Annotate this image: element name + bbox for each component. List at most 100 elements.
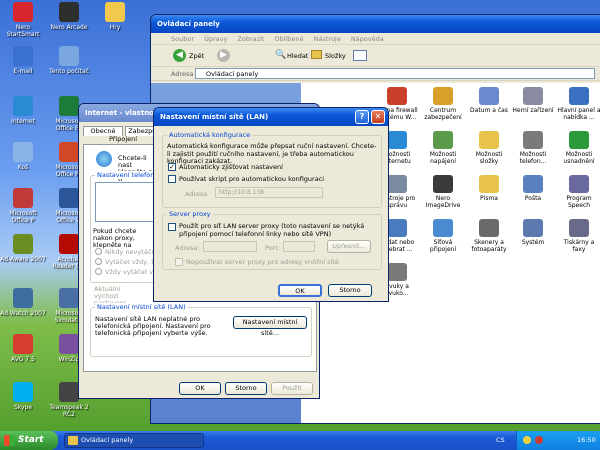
control-panel-item[interactable]: Možnosti napájení (421, 131, 465, 165)
auto-detect-checkbox[interactable]: ✓ (168, 163, 176, 171)
control-panel-item-icon (387, 87, 407, 105)
desktop-icon[interactable]: Internet (0, 96, 46, 125)
inet-cancel-button[interactable]: Storno (225, 382, 267, 395)
clock[interactable]: 16:50 (577, 436, 596, 444)
lan-dialog-titlebar[interactable]: Nastavení místní sítě (LAN) ? ✕ (154, 108, 388, 126)
control-panel-item[interactable]: Systém (511, 219, 555, 246)
control-panel-item-icon (569, 219, 589, 237)
back-icon[interactable]: ◀ (173, 49, 186, 62)
desktop-icon[interactable]: Hry (92, 2, 138, 31)
folders-label[interactable]: Složky (325, 52, 346, 60)
address-bar: Adresa Ovládací panely (151, 67, 600, 81)
desktop-app-icon (13, 142, 33, 162)
proxy-hint-text: Pokud chcete nakon proxy, klepněte na (93, 227, 137, 249)
tray-icon-2[interactable] (535, 436, 543, 444)
radio-dial-when[interactable] (95, 258, 102, 265)
lan-dialog-title: Nastavení místní sítě (LAN) (160, 113, 269, 121)
desktop-icon[interactable]: Microsoft Office P (0, 188, 46, 224)
search-label[interactable]: Hledat (287, 52, 308, 60)
start-button[interactable]: Start (0, 431, 58, 450)
control-panel-item-icon (523, 219, 543, 237)
proxy-address-input[interactable] (203, 241, 257, 252)
lan-settings-button[interactable]: Nastavení místní sítě... (233, 316, 307, 337)
desktop-icon[interactable]: Tento počítač (46, 46, 92, 75)
taskbar-button-control-panel[interactable]: Ovládací panely (64, 433, 204, 448)
control-panel-item[interactable]: Nero ImageDrive (421, 175, 465, 209)
inet-apply-button[interactable]: Použít (271, 382, 313, 395)
desktop-app-icon (13, 96, 33, 116)
desktop-icon[interactable]: AVG 7.5 (0, 334, 46, 363)
control-panel-item-label: Systém (521, 239, 545, 246)
close-icon[interactable]: ✕ (371, 110, 385, 124)
desktop-icon[interactable]: Nero Arcade (46, 2, 92, 31)
lan-group-label: Nastavení místní sítě (LAN) (95, 303, 188, 311)
control-panel-item[interactable]: Skenery a fotoaparáty (467, 219, 511, 253)
control-panel-item[interactable]: Písma (467, 175, 511, 202)
address-input[interactable]: Ovládací panely (195, 68, 595, 79)
menu-item-zobrazit[interactable]: Zobrazit (237, 35, 264, 43)
control-panel-item-icon (387, 175, 407, 193)
control-panel-item-label: Nero ImageDrive (425, 195, 461, 209)
menu-item-oblibene[interactable]: Oblíbené (274, 35, 303, 43)
desktop-icon[interactable]: Ad-Watch 2007 (0, 288, 46, 317)
control-panel-item-label: Program Speech (566, 195, 592, 209)
control-panel-titlebar[interactable]: Ovládací panely (151, 15, 600, 33)
desktop-icon[interactable]: Nero StartSmart (0, 2, 46, 38)
control-panel-item[interactable]: Možnosti telefon... (511, 131, 555, 165)
control-panel-item[interactable]: Herní zařízení (511, 87, 555, 114)
menu-item-soubor[interactable]: Soubor (171, 35, 194, 43)
control-panel-item-icon (479, 131, 499, 149)
desktop-icon[interactable]: Koš (0, 142, 46, 171)
desktop-icon-label: Koš (17, 164, 29, 171)
advanced-button[interactable]: Upřesnit... (327, 240, 371, 253)
bypass-checkbox[interactable] (175, 258, 183, 266)
desktop-icon-label: Hry (109, 24, 121, 31)
control-panel-item[interactable]: Síťová připojení (421, 219, 465, 253)
control-panel-item[interactable]: Centrum zabezpečení (421, 87, 465, 121)
inet-ok-button[interactable]: OK (179, 382, 221, 395)
use-script-label: Používat skript pro automatickou konfigu… (179, 175, 325, 183)
desktop-icon[interactable]: E-mail (0, 46, 46, 75)
radio-always-dial[interactable] (95, 268, 102, 275)
views-icon[interactable] (353, 50, 367, 61)
use-proxy-checkbox[interactable] (168, 223, 176, 231)
help-button[interactable]: ? (355, 110, 369, 124)
control-panel-item-icon (387, 263, 407, 281)
proxy-port-input[interactable] (283, 241, 315, 252)
control-panel-item[interactable]: Tiskárny a faxy (557, 219, 600, 253)
control-panel-task-icon (68, 436, 78, 445)
desktop-icon-label: Ad-Watch 2007 (0, 310, 46, 317)
script-address-input[interactable]: http://10.8.138 (215, 187, 323, 198)
tray-icon[interactable] (523, 436, 531, 444)
language-indicator[interactable]: CS (496, 436, 505, 444)
control-panel-item[interactable]: Datum a čas (467, 87, 511, 114)
desktop-app-icon (105, 2, 125, 22)
dialup-list[interactable] (95, 182, 155, 222)
desktop-app-icon (13, 188, 33, 208)
back-label[interactable]: Zpět (189, 52, 204, 60)
lan-cancel-button[interactable]: Storno (328, 284, 372, 297)
desktop-app-icon (59, 334, 79, 354)
forward-icon[interactable]: ▶ (217, 49, 230, 62)
desktop-app-icon (59, 188, 79, 208)
desktop-icon[interactable]: Ad-Aware 2007 (0, 234, 46, 263)
folders-icon[interactable] (311, 50, 322, 59)
search-icon[interactable]: 🔍 (275, 50, 286, 60)
lan-ok-button[interactable]: OK (278, 284, 322, 297)
control-panel-item-label: Skenery a fotoaparáty (471, 239, 507, 253)
menu-item-nastroje[interactable]: Nástroje (314, 35, 341, 43)
control-panel-item[interactable]: Možnosti usnadnění (557, 131, 600, 165)
control-panel-item[interactable]: Hlavní panel a nabídka ... (557, 87, 600, 121)
globe-icon (96, 151, 112, 167)
control-panel-item[interactable]: Program Speech (557, 175, 600, 209)
menu-item-upravy[interactable]: Úpravy (204, 35, 227, 43)
control-panel-item-icon (523, 87, 543, 105)
menu-item-napoveda[interactable]: Nápověda (351, 35, 384, 43)
control-panel-item[interactable]: Možnosti složky (467, 131, 511, 165)
control-panel-item-icon (433, 87, 453, 105)
use-script-checkbox[interactable] (168, 175, 176, 183)
desktop-icon-label: Microsoft Office P (9, 210, 37, 224)
radio-never-dial[interactable] (95, 248, 102, 255)
desktop-icon[interactable]: Skype (0, 382, 46, 411)
control-panel-item[interactable]: Pošta (511, 175, 555, 202)
